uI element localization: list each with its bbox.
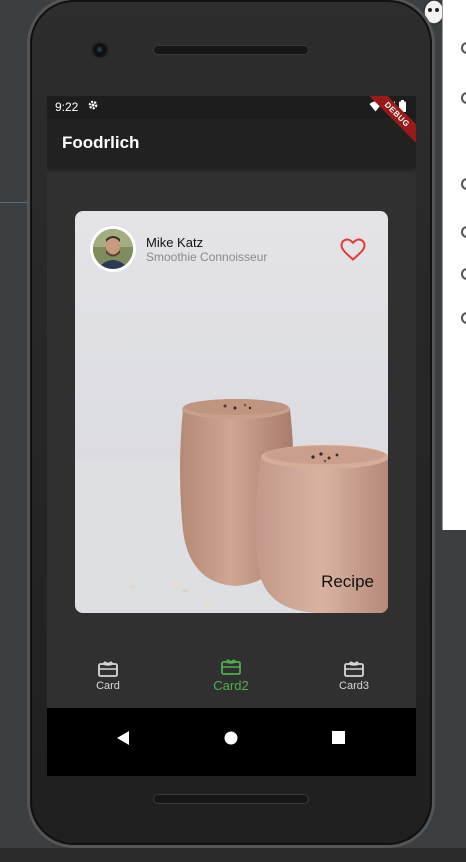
panel-marker-icon: [461, 312, 466, 324]
smoothie-photo: [75, 399, 388, 613]
author-name: Mike Katz: [146, 235, 204, 250]
top-speaker: [154, 46, 308, 54]
panel-marker-icon: [461, 42, 466, 54]
front-camera-icon: [93, 43, 107, 57]
app-bar: Foodrlich: [47, 118, 416, 168]
back-icon[interactable]: [117, 731, 131, 750]
phone-frame: 9:22 Foodrlich DEBUG Mike Katz Smoothie …: [30, 0, 432, 845]
home-icon[interactable]: [224, 731, 238, 750]
panel-marker-icon: [461, 178, 466, 190]
card-giftcard-icon: [98, 661, 118, 677]
card-giftcard-icon: [221, 659, 241, 675]
bottom-speaker: [154, 795, 308, 803]
status-bar: 9:22: [47, 96, 416, 118]
nav-item-card[interactable]: Card: [68, 661, 148, 692]
ide-divider-line: [0, 202, 30, 203]
panel-marker-icon: [461, 226, 466, 238]
card-giftcard-icon: [344, 661, 364, 677]
panel-marker-icon: [461, 92, 466, 104]
gear-icon: [87, 99, 99, 111]
author-photo: [93, 229, 133, 269]
nav-label: Card2: [213, 678, 249, 693]
ide-status-strip: [0, 848, 466, 862]
nav-label: Card: [96, 680, 120, 692]
nav-item-card3[interactable]: Card3: [314, 661, 394, 692]
device-screen: 9:22 Foodrlich DEBUG Mike Katz Smoothie …: [47, 96, 416, 776]
nav-item-card2[interactable]: Card2: [191, 659, 271, 693]
favorite-heart-icon[interactable]: [340, 238, 366, 262]
bottom-navigation: Card Card2 Card3: [47, 651, 416, 707]
avatar[interactable]: [90, 226, 136, 272]
overview-icon[interactable]: [332, 731, 345, 749]
recipe-card[interactable]: Mike Katz Smoothie Connoisseur Recipe: [75, 211, 388, 613]
card-label: Recipe: [321, 572, 374, 591]
status-time: 9:22: [55, 100, 79, 114]
panel-marker-icon: [461, 268, 466, 280]
page-title: Foodrlich: [62, 133, 140, 152]
author-title: Smoothie Connoisseur: [146, 250, 268, 264]
nav-label: Card3: [339, 680, 369, 692]
ide-side-panel: [442, 0, 466, 530]
system-navigation-bar: [47, 708, 416, 776]
